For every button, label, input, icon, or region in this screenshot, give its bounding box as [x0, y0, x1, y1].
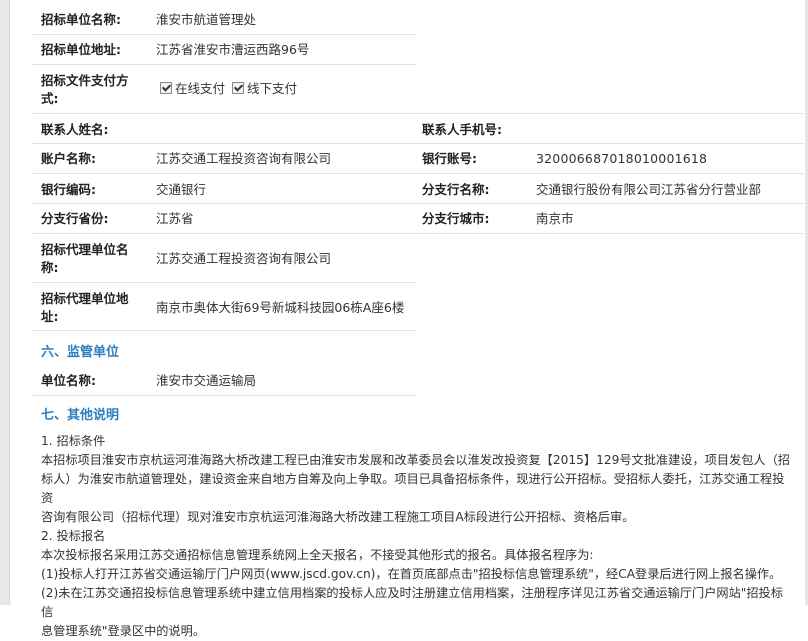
payment-method-label-line1: 招标文件支付方: [41, 73, 129, 88]
branch-city-label: 分支行城市:: [422, 211, 490, 226]
bid-registration-line-2: (1)投标人打开江苏省交通运输厅门户网页(www.jscd.gov.cn)，在首…: [41, 567, 782, 581]
bank-code-row: 银行编码: 交通银行 分支行名称: 交通银行股份有限公司江苏省分行营业部: [32, 174, 804, 204]
payment-method-row: 招标文件支付方 式: 在线支付 线下支付: [32, 65, 804, 114]
tender-conditions-line-1: 本招标项目淮安市京杭运河淮海路大桥改建工程已由淮安市发展和改革委员会以淮发改投资…: [41, 453, 790, 467]
agent-name-value: 江苏交通工程投资咨询有限公司: [156, 251, 332, 266]
supervision-unit-value: 淮安市交通运输局: [156, 373, 257, 388]
supervision-unit-row: 单位名称: 淮安市交通运输局: [32, 364, 417, 396]
account-row: 账户名称: 江苏交通工程投资咨询有限公司 银行账号: 3200066870180…: [32, 144, 804, 174]
bank-code-label: 银行编码:: [41, 182, 96, 197]
bank-code-value: 交通银行: [156, 182, 207, 197]
left-frame-border: [0, 0, 10, 605]
tender-address-value: 江苏省淮安市漕运西路96号: [156, 42, 310, 57]
contact-mobile-label: 联系人手机号:: [422, 122, 502, 137]
bid-registration-line-1: 本次投标报名采用江苏交通招标信息管理系统网上全天报名，不接受其他形式的报名。具体…: [41, 548, 594, 562]
tender-conditions-title: 1. 招标条件: [41, 434, 106, 448]
agent-address-value: 南京市奥体大街69号新城科技园06栋A座6楼: [156, 300, 405, 315]
contact-name-label: 联系人姓名:: [41, 122, 109, 137]
other-description: 1. 招标条件 本招标项目淮安市京杭运河淮海路大桥改建工程已由淮安市发展和改革委…: [41, 432, 791, 641]
agent-address-label-line2: 址:: [41, 309, 59, 324]
supervision-unit-label: 单位名称:: [41, 373, 96, 388]
offline-pay-option[interactable]: 线下支付: [232, 80, 297, 97]
offline-pay-checkbox[interactable]: [232, 82, 244, 94]
account-name-label: 账户名称:: [41, 151, 96, 166]
tender-address-label: 招标单位地址:: [41, 42, 121, 57]
agent-name-label-line1: 招标代理单位名: [41, 242, 129, 257]
tender-address-row: 招标单位地址: 江苏省淮安市漕运西路96号: [32, 35, 417, 65]
agent-address-label-line1: 招标代理单位地: [41, 291, 129, 306]
agent-name-label-line2: 称:: [41, 260, 59, 275]
tender-unit-value: 淮安市航道管理处: [156, 12, 257, 27]
bank-account-label: 银行账号:: [422, 151, 477, 166]
branch-city-value: 南京市: [536, 211, 574, 226]
agent-address-row: 招标代理单位地 址: 南京市奥体大街69号新城科技园06栋A座6楼: [32, 283, 417, 331]
offline-pay-text: 线下支付: [247, 81, 298, 96]
online-pay-checkbox[interactable]: [160, 82, 172, 94]
branch-location-row: 分支行省份: 江苏省 分支行城市: 南京市: [32, 204, 804, 234]
supervision-heading: 六、监管单位: [41, 345, 120, 360]
tender-unit-label: 招标单位名称:: [41, 12, 121, 27]
account-name-value: 江苏交通工程投资咨询有限公司: [156, 151, 332, 166]
tender-conditions-line-3: 咨询有限公司（招标代理）现对淮安市京杭运河淮海路大桥改建工程施工项目A标段进行公…: [41, 510, 635, 524]
branch-name-label: 分支行名称:: [422, 182, 490, 197]
bank-account-value: 32000668701801000161​8: [536, 151, 708, 166]
branch-province-label: 分支行省份:: [41, 211, 109, 226]
bid-registration-title: 2. 投标报名: [41, 529, 106, 543]
bid-registration-line-4: 息管理系统"登录区中的说明。: [41, 624, 206, 638]
agent-name-row: 招标代理单位名 称: 江苏交通工程投资咨询有限公司: [32, 234, 417, 283]
payment-method-label-line2: 式:: [41, 91, 59, 106]
tender-unit-row: 招标单位名称: 淮安市航道管理处: [32, 4, 417, 35]
bid-registration-line-3: (2)未在江苏交通招投标信息管理系统中建立信用档案的投标人应及时注册建立信用档案…: [41, 586, 783, 619]
branch-name-value: 交通银行股份有限公司江苏省分行营业部: [536, 182, 762, 197]
online-pay-text: 在线支付: [175, 81, 226, 96]
contact-row: 联系人姓名: 联系人手机号:: [32, 114, 804, 144]
other-heading: 七、其他说明: [41, 408, 120, 423]
online-pay-option[interactable]: 在线支付: [160, 80, 225, 97]
branch-province-value: 江苏省: [156, 211, 194, 226]
tender-conditions-line-2: 标人）为淮安市航道管理处，建设资金来自地方自筹及向上争取。项目已具备招标条件，现…: [41, 472, 785, 505]
